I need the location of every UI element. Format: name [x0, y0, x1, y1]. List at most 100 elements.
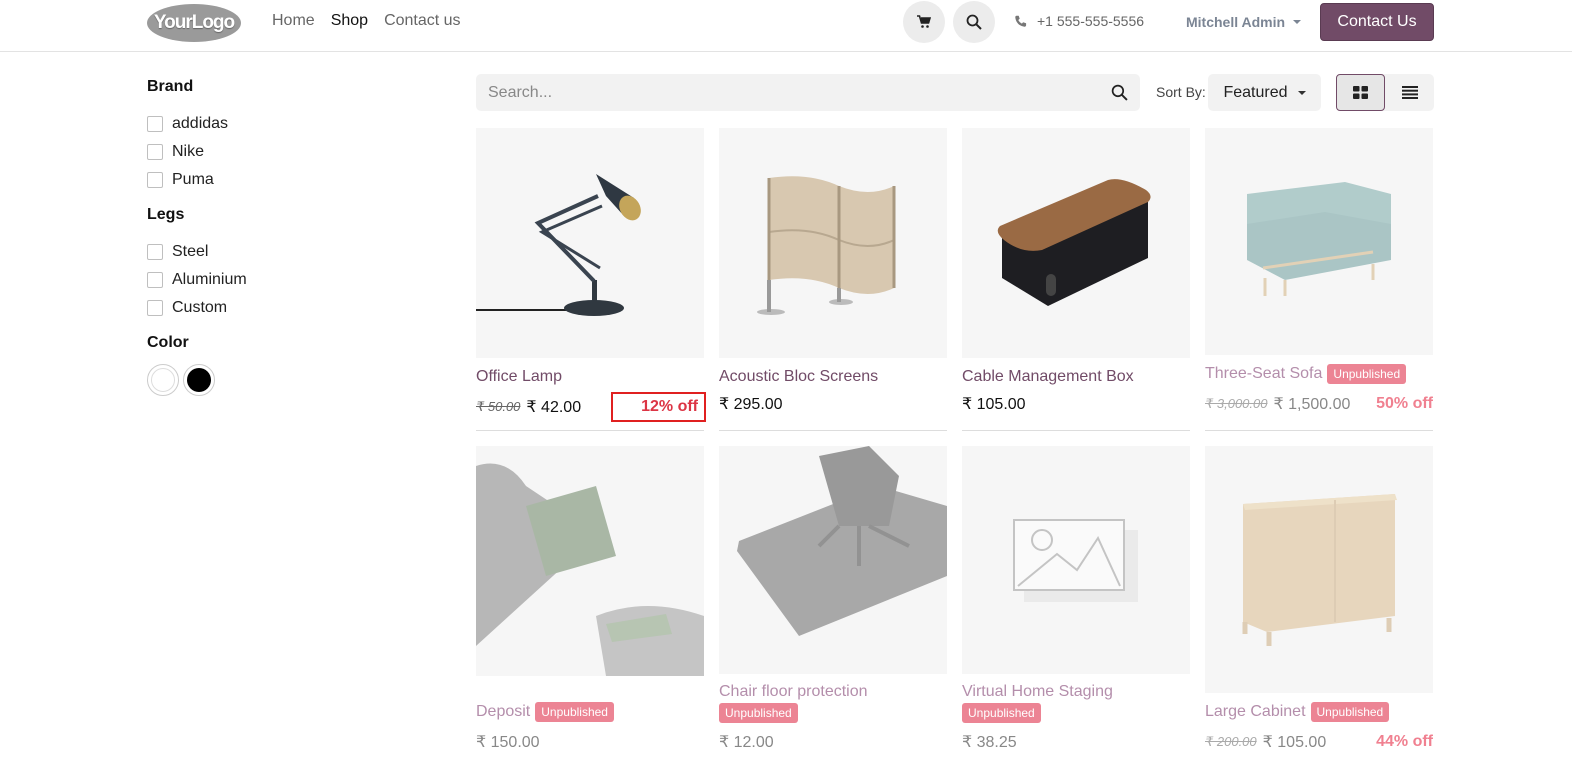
chair-mat-image: [737, 446, 947, 636]
product-image[interactable]: [476, 446, 704, 676]
product-card[interactable]: Chair floor protection Unpublished ₹ 12.…: [719, 446, 947, 751]
product-name[interactable]: Acoustic Bloc Screens: [719, 368, 878, 386]
price: ₹ 12.00: [719, 734, 774, 751]
sort-value: Featured: [1223, 83, 1288, 101]
checkbox[interactable]: [147, 244, 163, 260]
price: ₹ 1,500.00: [1273, 396, 1351, 413]
nav-home[interactable]: Home: [272, 12, 315, 30]
filter-option-label: Puma: [172, 171, 214, 188]
filter-option-label: Steel: [172, 243, 209, 260]
site-header: YourLogo Home Shop Contact us +1 555-555…: [0, 0, 1572, 52]
discount-badge: 50% off: [1376, 395, 1433, 412]
sofa-image: [1247, 182, 1391, 296]
office-lamp-image: [476, 174, 641, 316]
nav-shop[interactable]: Shop: [331, 12, 368, 30]
product-card[interactable]: Deposit Unpublished ₹ 150.00: [476, 446, 704, 751]
user-menu[interactable]: Mitchell Admin: [1186, 14, 1302, 30]
chevron-down-icon: [1297, 90, 1306, 95]
checkbox[interactable]: [147, 144, 163, 160]
price: ₹ 38.25: [962, 734, 1017, 751]
search-input[interactable]: [488, 83, 1111, 102]
product-image[interactable]: [719, 128, 947, 358]
product-image[interactable]: [719, 446, 947, 674]
color-swatches: [147, 364, 447, 396]
checkbox[interactable]: [147, 116, 163, 132]
view-toggle: [1336, 74, 1434, 111]
product-image[interactable]: [962, 128, 1190, 358]
price: ₹ 150.00: [476, 734, 540, 751]
main-nav: Home Shop Contact us: [272, 12, 461, 30]
product-card[interactable]: Virtual Home Staging Unpublished ₹ 38.25: [962, 446, 1190, 751]
grid-view-button[interactable]: [1336, 74, 1385, 111]
product-card[interactable]: Cable Management Box ₹ 105.00: [962, 128, 1190, 431]
cable-box-image: [997, 179, 1151, 306]
price-row: ₹ 150.00: [476, 732, 704, 752]
price-row: ₹ 3,000.00 ₹ 1,500.00 50% off: [1205, 394, 1433, 414]
sort-dropdown[interactable]: Featured: [1208, 74, 1321, 111]
product-name-text: Large Cabinet: [1205, 703, 1306, 720]
price-row: ₹ 200.00 ₹ 105.00 44% off: [1205, 732, 1433, 752]
user-name: Mitchell Admin: [1186, 14, 1286, 30]
checkbox[interactable]: [147, 172, 163, 188]
product-card[interactable]: Three-Seat Sofa Unpublished ₹ 3,000.00 ₹…: [1205, 128, 1433, 431]
deposit-image: [476, 463, 704, 676]
checkbox[interactable]: [147, 272, 163, 288]
unpublished-badge: Unpublished: [535, 702, 614, 722]
search-icon[interactable]: [1111, 84, 1128, 101]
product-card[interactable]: Office Lamp ₹ 50.00 ₹ 42.00 12% off: [476, 128, 706, 431]
product-name-text: Three-Seat Sofa: [1205, 365, 1323, 382]
price-row: ₹ 105.00: [962, 394, 1190, 414]
list-view-button[interactable]: [1385, 74, 1434, 111]
search-icon: [966, 14, 982, 30]
product-name[interactable]: Chair floor protection: [719, 683, 868, 701]
product-name[interactable]: Office Lamp: [476, 368, 562, 386]
checkbox[interactable]: [147, 300, 163, 316]
filter-option[interactable]: Nike: [147, 138, 447, 166]
product-name[interactable]: Deposit Unpublished: [476, 702, 614, 722]
old-price: ₹ 3,000.00: [1205, 396, 1268, 411]
price-row: ₹ 12.00: [719, 732, 947, 752]
filter-option[interactable]: Aluminium: [147, 266, 447, 294]
cart-button[interactable]: [903, 1, 945, 43]
card-divider: [962, 430, 1190, 431]
contact-us-button[interactable]: Contact Us: [1320, 3, 1434, 41]
product-search: [476, 74, 1140, 111]
acoustic-screens-image: [757, 176, 896, 315]
phone-link[interactable]: +1 555-555-5556: [1014, 13, 1144, 29]
price: ₹ 105.00: [1262, 734, 1327, 751]
chevron-down-icon: [1293, 20, 1302, 24]
cabinet-image: [1242, 494, 1397, 646]
unpublished-badge: Unpublished: [1310, 702, 1390, 722]
product-image[interactable]: [1205, 128, 1433, 355]
price: ₹ 295.00: [719, 396, 783, 413]
product-image[interactable]: [476, 128, 704, 358]
product-name[interactable]: Cable Management Box: [962, 368, 1134, 386]
filter-option[interactable]: Puma: [147, 166, 447, 194]
old-price: ₹ 50.00: [476, 399, 521, 414]
filter-option-label: Aluminium: [172, 271, 247, 288]
product-card[interactable]: Large Cabinet Unpublished ₹ 200.00 ₹ 105…: [1205, 446, 1433, 751]
placeholder-image-icon: [1013, 519, 1138, 602]
search-button[interactable]: [953, 1, 995, 43]
price: ₹ 105.00: [962, 396, 1026, 413]
nav-contact-us[interactable]: Contact us: [384, 12, 460, 30]
grid-view-icon: [1353, 86, 1368, 99]
filter-group-title: Color: [147, 334, 189, 351]
product-name[interactable]: Three-Seat Sofa Unpublished: [1205, 364, 1407, 384]
filter-option[interactable]: Steel: [147, 238, 447, 266]
filter-option[interactable]: addidas: [147, 110, 447, 138]
filter-group-title: Legs: [147, 206, 185, 223]
card-divider: [1205, 430, 1433, 431]
site-logo[interactable]: YourLogo: [147, 4, 241, 42]
sort-label: Sort By:: [1156, 84, 1206, 100]
product-name[interactable]: Large Cabinet Unpublished: [1205, 702, 1390, 722]
product-image[interactable]: [962, 446, 1190, 674]
product-image[interactable]: [1205, 446, 1433, 693]
product-card[interactable]: Acoustic Bloc Screens ₹ 295.00: [719, 128, 947, 431]
color-swatch-black[interactable]: [183, 364, 215, 396]
logo-text: YourLogo: [153, 12, 235, 33]
color-swatch-white[interactable]: [147, 364, 179, 396]
product-name[interactable]: Virtual Home Staging: [962, 683, 1113, 701]
unpublished-badge: Unpublished: [962, 703, 1041, 723]
filter-option[interactable]: Custom: [147, 294, 447, 322]
